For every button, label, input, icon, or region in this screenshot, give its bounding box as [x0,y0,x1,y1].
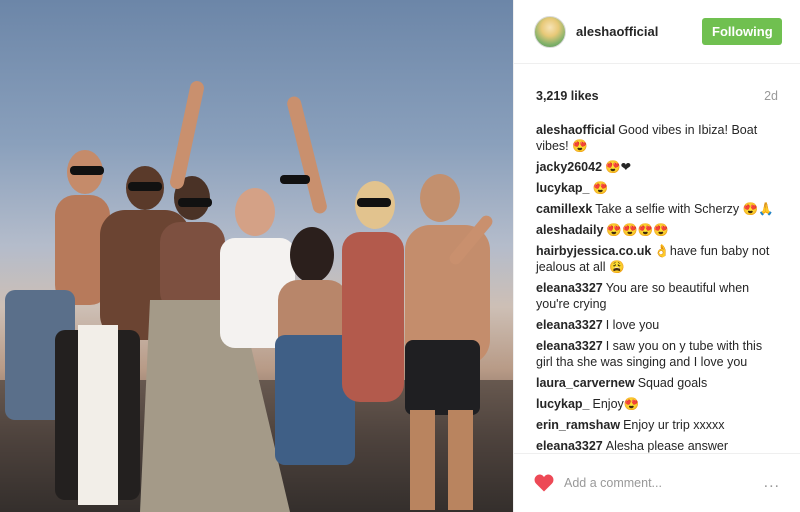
comment-item: lucykap_ 😍 [536,180,778,196]
comment-username[interactable]: aleshaofficial [536,123,615,137]
comment-item: jacky26042 😍❤ [536,159,778,175]
comment-text: 😍😍😍😍 [606,223,669,237]
comment-text: 😍❤ [605,160,632,174]
comment-username[interactable]: eleana3327 [536,318,603,332]
comment-footer: ... [514,453,800,512]
comment-item: eleana3327 Alesha please answer [536,438,778,454]
comment-item: aleshadaily 😍😍😍😍 [536,222,778,238]
comment-item: camillexk Take a selfie with Scherzy 😍🙏 [536,201,778,217]
comment-item: eleana3327 I saw you on y tube with this … [536,338,778,370]
post-photo[interactable] [0,0,513,512]
comment-text: Enjoy😍 [592,397,640,411]
comment-text: Enjoy ur trip xxxxx [623,418,725,432]
comment-username[interactable]: eleana3327 [536,281,603,295]
comment-username[interactable]: erin_ramshaw [536,418,620,432]
comment-item: lucykap_ Enjoy😍 [536,396,778,412]
comment-text: 😍 [592,181,609,195]
comment-text: I love you [605,318,660,332]
post-details-panel: aleshaofficial Following 3,219 likes 2d … [513,0,800,512]
author-avatar[interactable] [534,15,566,48]
comment-text: Take a selfie with Scherzy 😍🙏 [595,202,774,216]
author-username[interactable]: aleshaofficial [576,24,702,39]
comment-text: Alesha please answer [605,439,729,453]
comment-item: erin_ramshaw Enjoy ur trip xxxxx [536,417,778,433]
more-options-icon[interactable]: ... [764,474,780,492]
comment-item: aleshaofficial Good vibes in Ibiza! Boat … [536,122,778,154]
comment-item: eleana3327 I love you [536,317,778,333]
comment-username[interactable]: eleana3327 [536,439,603,453]
following-button[interactable]: Following [702,18,782,45]
comment-username[interactable]: hairbyjessica.co.uk [536,244,651,258]
comment-username[interactable]: lucykap_ [536,397,590,411]
comments-list: aleshaofficial Good vibes in Ibiza! Boat … [514,108,800,454]
comment-username[interactable]: aleshadaily [536,223,603,237]
likes-row: 3,219 likes 2d [514,64,800,108]
comment-item: eleana3327 You are so beautiful when you'… [536,280,778,312]
comment-username[interactable]: lucykap_ [536,181,590,195]
post-age[interactable]: 2d [764,89,778,103]
comment-item: hairbyjessica.co.uk 👌have fun baby not je… [536,243,778,275]
likes-count[interactable]: 3,219 likes [536,89,599,103]
comment-text: Squad goals [637,376,708,390]
post-header: aleshaofficial Following [514,0,800,64]
comment-username[interactable]: jacky26042 [536,160,602,174]
comment-username[interactable]: laura_carvernew [536,376,635,390]
comment-item: laura_carvernew Squad goals [536,375,778,391]
comment-username[interactable]: eleana3327 [536,339,603,353]
group-photo-illustration [0,81,513,512]
heart-icon[interactable] [534,474,554,492]
comment-input[interactable] [564,476,764,490]
comment-username[interactable]: camillexk [536,202,592,216]
